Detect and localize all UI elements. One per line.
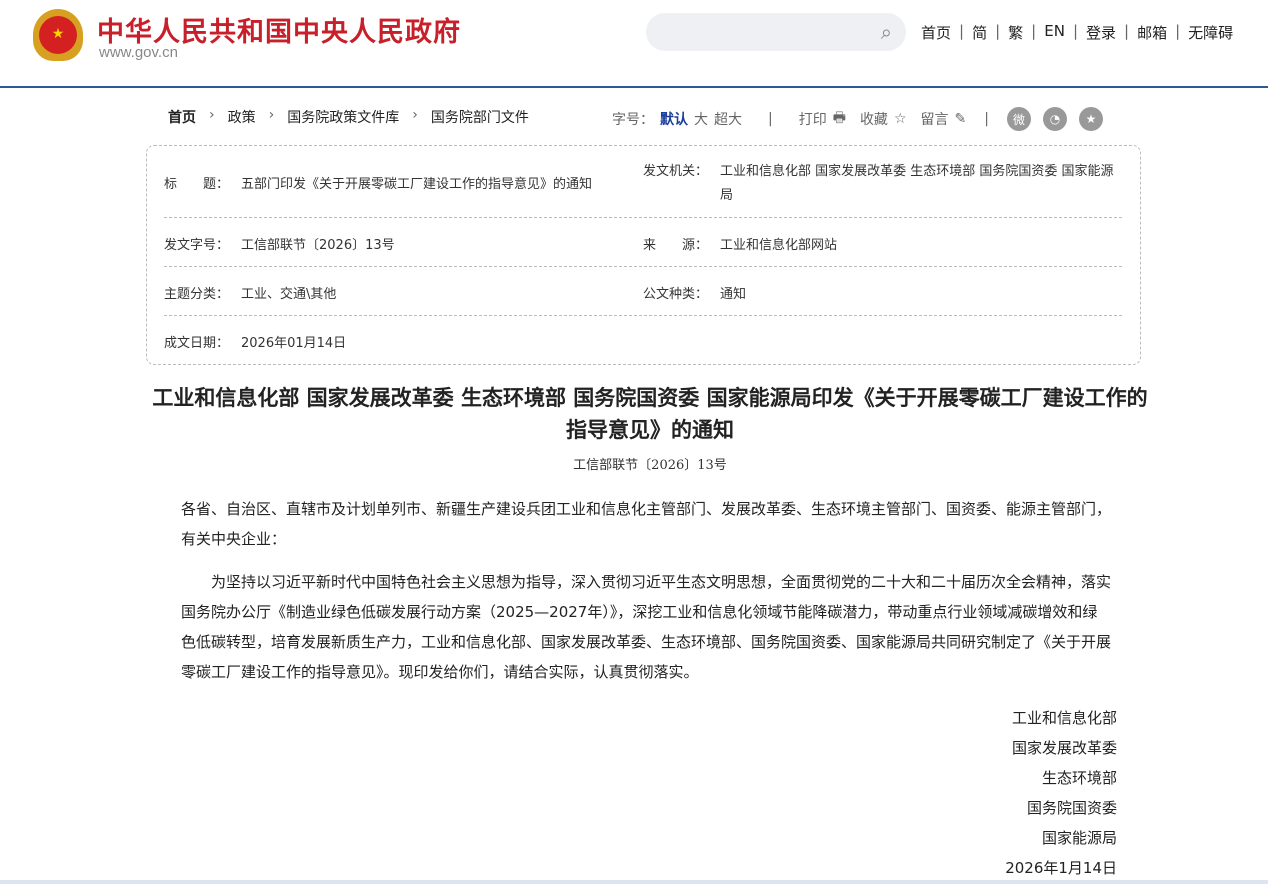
article-title: 工业和信息化部 国家发展改革委 生态环境部 国务院国资委 国家能源局印发《关于开…	[152, 386, 1148, 442]
print-button[interactable]: 打印	[799, 109, 827, 129]
comment-button[interactable]: 留言	[921, 109, 949, 129]
chevron-right-icon: ›	[209, 107, 215, 123]
breadcrumb-home[interactable]: 首页	[168, 107, 196, 127]
national-emblem-logo[interactable]: ★	[33, 9, 83, 61]
signer: 国家发展改革委	[1011, 739, 1117, 757]
printer-icon[interactable]: 🖶	[833, 107, 846, 131]
topic: 工业、交通\其他	[241, 287, 337, 302]
signature-block: 工业和信息化部 国家发展改革委 生态环境部 国务院国资委 国家能源局 2026年…	[1005, 703, 1117, 883]
docno: 工信部联节〔2026〕13号	[241, 238, 395, 253]
type-label: 公文种类：	[643, 287, 709, 302]
breadcrumb: 首页 › 政策 › 国务院政策文件库 › 国务院部门文件	[168, 107, 529, 127]
nav-accessibility[interactable]: 无障碍	[1188, 22, 1233, 43]
article-paragraph: 为坚持以习近平新时代中国特色社会主义思想为指导，深入贯彻习近平生态文明思想，全面…	[181, 573, 1112, 681]
search-icon[interactable]: ⌕	[881, 20, 892, 44]
nav-login[interactable]: 登录	[1086, 22, 1116, 43]
source: 工业和信息化部网站	[720, 238, 838, 253]
signer: 生态环境部	[1041, 769, 1117, 787]
star-icon[interactable]: ☆	[894, 111, 907, 127]
recipients: 各省、自治区、直辖市及计划单列市、新疆生产建设兵团工业和信息化主管部门、发展改革…	[181, 500, 1112, 548]
topic-label: 主题分类：	[164, 287, 230, 302]
pencil-icon[interactable]: ✎	[955, 111, 967, 127]
nav-english[interactable]: EN	[1044, 22, 1065, 43]
site-header: ★ 中华人民共和国中央人民政府 www.gov.cn ⌕ 首页 | 简 | 繁 | E…	[0, 0, 1268, 88]
signer: 国务院国资委	[1026, 799, 1117, 817]
favorites-share-icon[interactable]: ★	[1078, 107, 1103, 131]
wechat-share-icon[interactable]: ◔	[1042, 107, 1067, 131]
nav-simplified[interactable]: 简	[972, 22, 987, 43]
font-size-label: 字号：	[612, 112, 654, 128]
article-tools: 字号： 默认 大 超大 | 打印 🖶 收藏 ☆ 留言 ✎ | 微 ◔ ★	[612, 107, 1103, 131]
font-default[interactable]: 默认	[660, 109, 688, 129]
font-xlarge[interactable]: 超大	[714, 109, 742, 129]
favorite-button[interactable]: 收藏	[860, 109, 888, 129]
issuer: 工业和信息化部 国家发展改革委 生态环境部 国务院国资委 国家能源局	[720, 164, 1114, 203]
docno-label: 发文字号：	[164, 238, 230, 253]
sign-date: 2026年1月14日	[1005, 859, 1117, 877]
nav-mail[interactable]: 邮箱	[1137, 22, 1167, 43]
source-label: 来 源：	[643, 238, 709, 253]
search-input[interactable]: ⌕	[646, 13, 906, 51]
date-label: 成文日期：	[164, 336, 230, 351]
breadcrumb-dept-docs[interactable]: 国务院部门文件	[431, 107, 529, 127]
issuer-label: 发文机关：	[643, 164, 709, 179]
title-label: 标 题：	[164, 177, 230, 192]
divider: |	[984, 111, 989, 127]
top-nav: 首页 | 简 | 繁 | EN | 登录 | 邮箱 | 无障碍	[921, 22, 1234, 43]
doc-date: 2026年01月14日	[241, 336, 347, 351]
doc-title: 五部门印发《关于开展零碳工厂建设工作的指导意见》的通知	[241, 177, 593, 192]
signer: 国家能源局	[1041, 829, 1117, 847]
site-url: www.gov.cn	[99, 44, 178, 61]
horizontal-scrollbar[interactable]	[0, 880, 1268, 884]
divider: |	[768, 111, 773, 127]
doc-type: 通知	[720, 287, 747, 302]
breadcrumb-policy[interactable]: 政策	[228, 107, 256, 127]
chevron-right-icon: ›	[412, 107, 418, 123]
breadcrumb-library[interactable]: 国务院政策文件库	[287, 107, 399, 127]
signer: 工业和信息化部	[1011, 709, 1117, 727]
weibo-share-icon[interactable]: 微	[1006, 107, 1031, 131]
chevron-right-icon: ›	[268, 107, 275, 123]
nav-traditional[interactable]: 繁	[1008, 22, 1023, 43]
document-metadata: 标 题： 五部门印发《关于开展零碳工厂建设工作的指导意见》的通知 发文机关： 工业和…	[146, 145, 1141, 365]
nav-home[interactable]: 首页	[921, 22, 951, 43]
font-large[interactable]: 大	[694, 109, 708, 129]
article-docno: 工信部联节〔2026〕13号	[573, 458, 727, 473]
